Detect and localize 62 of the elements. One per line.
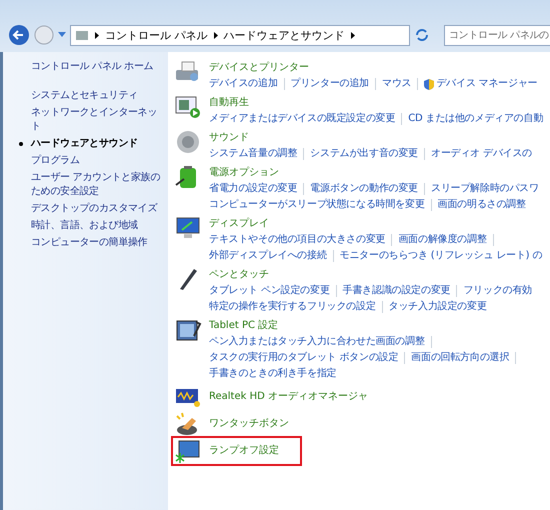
task-link[interactable]: コンピューターがスリープ状態になる時間を変更 (209, 197, 425, 213)
tablet-icon (174, 318, 202, 342)
address-bar[interactable]: コントロール パネル ハードウェアとサウンド (70, 24, 410, 46)
task-link[interactable]: タブレット ペン設定の変更 (209, 283, 330, 299)
task-link[interactable]: 手書き認識の設定の変更 (342, 283, 450, 299)
task-link[interactable]: 特定の操作を実行するフリックの設定 (209, 299, 376, 315)
sidebar-item[interactable]: ユーザー アカウントと家族のための安全設定 (17, 171, 168, 199)
speaker-icon (174, 130, 202, 154)
task-link[interactable]: 外部ディスプレイへの接続 (209, 248, 327, 264)
category-title[interactable]: Realtek HD オーディオマネージャ (209, 389, 368, 405)
sidebar-home-link[interactable]: コントロール パネル ホーム (17, 60, 168, 74)
task-link[interactable]: オーディオ デバイスの (431, 146, 532, 162)
sidebar-item[interactable]: 時計、言語、および地域 (17, 219, 168, 233)
category-title[interactable]: ディスプレイ (209, 216, 542, 232)
task-link[interactable]: ペン入力またはタッチ入力に合わせた画面の調整 (209, 334, 425, 350)
sidebar-item[interactable]: プログラム (17, 154, 168, 168)
sidebar-item[interactable]: ハードウェアとサウンド (17, 137, 168, 151)
task-link[interactable]: スリープ解除時のパスワ (431, 181, 539, 197)
sidebar-item[interactable]: コンピューターの簡単操作 (17, 236, 168, 250)
category-title[interactable]: サウンド (209, 130, 532, 146)
task-link[interactable]: デバイスの追加 (209, 76, 278, 92)
control-panel-icon (75, 29, 89, 41)
task-link[interactable]: 電源ボタンの動作の変更 (310, 181, 418, 197)
task-link[interactable]: 画面の明るさの調整 (438, 197, 526, 213)
autoplay-icon (174, 95, 202, 119)
category-title[interactable]: 電源オプション (209, 165, 539, 181)
category-title[interactable]: Tablet PC 設定 (209, 318, 522, 334)
task-link[interactable]: CD または他のメディアの自動 (408, 111, 544, 127)
monitor-lamp-icon (174, 439, 202, 463)
back-icon[interactable] (8, 24, 30, 46)
task-link[interactable]: 省電力の設定の変更 (209, 181, 298, 197)
chevron-icon[interactable] (95, 32, 99, 38)
task-link[interactable]: 画面の回転方向の選択 (411, 350, 510, 366)
task-link[interactable]: モニターのちらつき (リフレッシュ レート) の (340, 248, 542, 264)
task-link[interactable]: デバイス マネージャー (424, 76, 538, 92)
sidebar-item[interactable]: デスクトップのカスタマイズ (17, 202, 168, 216)
category-title[interactable]: デバイスとプリンター (209, 60, 538, 76)
sidebar-item[interactable]: システムとセキュリティ (17, 89, 168, 103)
task-link[interactable]: フリックの有効 (463, 283, 532, 299)
monitor-icon (174, 216, 202, 240)
sidebar-item[interactable]: ネットワークとインターネット (17, 106, 168, 134)
task-link[interactable]: タッチ入力設定の変更 (388, 299, 487, 315)
task-link[interactable]: システム音量の調整 (209, 146, 298, 162)
category-title[interactable]: ランプオフ設定 (209, 443, 279, 459)
task-link[interactable]: マウス (382, 76, 412, 92)
category-title[interactable]: ワンタッチボタン (209, 416, 289, 432)
breadcrumb[interactable]: コントロール パネル (105, 28, 208, 42)
dropdown-icon[interactable] (58, 32, 66, 38)
task-link[interactable]: 画面の解像度の調整 (398, 232, 487, 248)
task-link[interactable]: プリンターの追加 (290, 76, 370, 92)
task-link[interactable]: タスクの実行用のタブレット ボタンの設定 (209, 350, 398, 366)
task-link[interactable]: 手書きのときの利き手を指定 (209, 366, 336, 382)
category-title[interactable]: 自動再生 (209, 95, 544, 111)
task-link[interactable]: メディアまたはデバイスの既定設定の変更 (209, 111, 396, 127)
breadcrumb[interactable]: ハードウェアとサウンド (224, 28, 344, 42)
chevron-icon[interactable] (214, 32, 218, 38)
chevron-icon[interactable] (350, 32, 354, 38)
search-field[interactable]: コントロール パネルの (444, 24, 550, 46)
task-link[interactable]: システムが出す音の変更 (310, 146, 418, 162)
task-link[interactable]: テキストやその他の項目の大きさの変更 (209, 232, 386, 248)
refresh-icon[interactable] (414, 27, 430, 43)
category-title[interactable]: ペンとタッチ (209, 267, 532, 283)
